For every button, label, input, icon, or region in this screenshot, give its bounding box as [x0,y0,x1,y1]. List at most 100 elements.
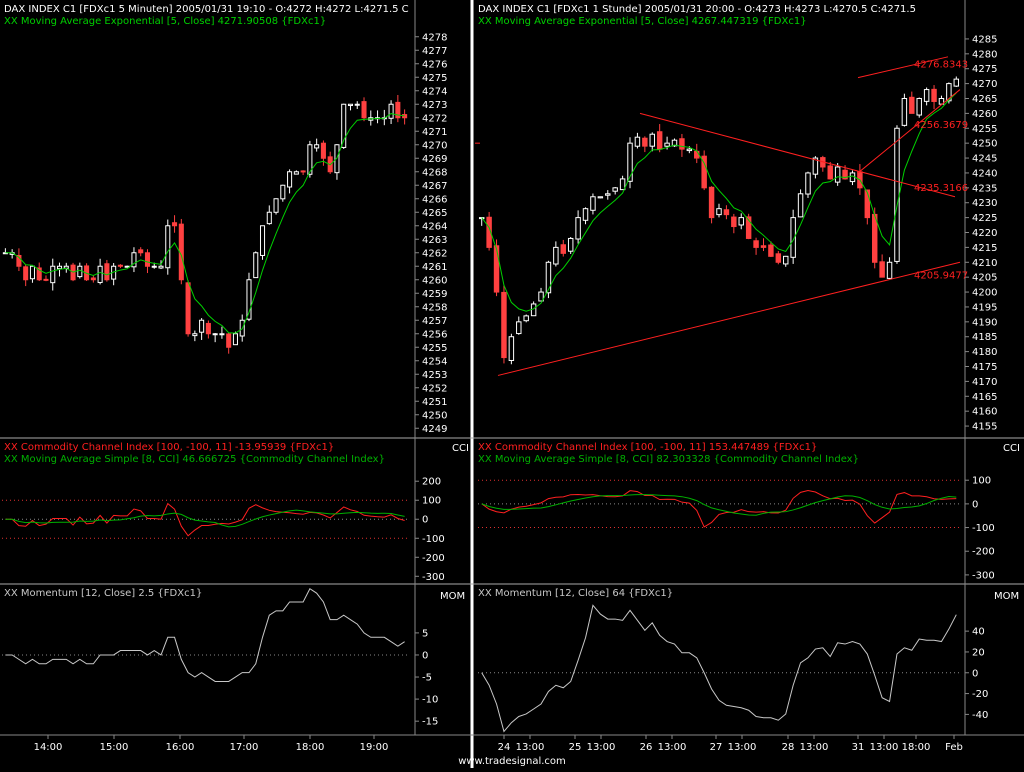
right-trendline-label-0: 4276.8343 [914,59,968,70]
right-candle-body-61 [931,88,937,102]
left-candle-body-6 [43,278,49,281]
left-candle-body-4 [29,265,35,280]
left-candle-body-38 [259,225,266,256]
left-candle-body-8 [56,265,63,270]
right-candle-body-58 [909,96,915,114]
right-candle-body-31 [708,186,715,219]
right-price-tick-label-22: 4175 [972,362,997,373]
right-price-tick-label-8: 4245 [972,154,997,165]
left-time-tick-label-3: 17:00 [230,742,259,753]
chart-canvas: 4276.8343 4256.3679 4235.3166 4205.9477 427… [0,0,1024,768]
left-time-tick-label-0: 14:00 [34,742,63,753]
left-cci-title: XX Commodity Channel Index [100, -100, 1… [4,442,334,453]
right-mom-tick-label-2: 0 [972,668,978,679]
left-time-tick-label-1: 15:00 [100,742,129,753]
left-mom-tick-label-3: -10 [422,695,438,706]
left-price-tick-label-17: 4261 [422,262,447,273]
left-mom-tick-label-1: 0 [422,650,428,661]
right-candle-body-48 [834,166,841,183]
right-trendline-label-3: 4205.9477 [914,270,968,281]
left-price-tick-label-26: 4252 [422,383,447,394]
right-candle-body-52 [864,189,871,219]
right-candle-body-24 [656,131,663,150]
left-candle-body-33 [226,333,232,348]
right-time-tick-label-9: 13:00 [800,742,829,753]
left-candle-body-52 [354,103,360,106]
left-price-tick-label-16: 4262 [422,248,447,259]
left-cci-tick-label-2: 0 [422,515,428,526]
right-candle-body-34 [731,216,737,228]
right-candle-body-13 [575,217,581,240]
right-candle-body-3 [501,291,507,359]
right-price-tick-label-16: 4205 [972,273,997,284]
right-time-tick-label-6: 27 [710,742,723,753]
background [0,0,1024,768]
left-price-tick-label-15: 4263 [422,235,447,246]
left-candle-body-53 [361,101,367,119]
left-cci-tick-label-0: 200 [422,477,441,488]
right-candle-body-14 [582,208,589,221]
left-candle-body-40 [273,198,279,213]
left-candle-body-29 [199,319,205,333]
left-candle-body-13 [90,277,96,281]
left-candle-body-23 [158,265,164,269]
left-mom-tick-label-4: -15 [422,717,438,728]
right-candle-body-25 [664,142,670,147]
right-candle-body-37 [753,240,759,248]
left-price-tick-label-7: 4271 [422,127,447,138]
right-candle-body-60 [923,89,930,102]
left-candle-body-47 [320,142,326,159]
left-candle-body-7 [50,265,56,284]
left-price-tick-label-4: 4274 [422,86,447,97]
left-candle-body-28 [192,333,198,337]
left-candle-body-31 [212,333,218,336]
left-price-tick-label-2: 4276 [422,59,447,70]
right-time-tick-label-5: 13:00 [658,742,687,753]
right-price-tick-label-17: 4200 [972,288,997,299]
right-price-tick-label-18: 4195 [972,302,997,313]
right-time-tick-label-4: 26 [640,742,653,753]
right-price-tick-label-20: 4185 [972,332,997,343]
right-candle-body-53 [871,213,878,263]
right-time-tick-label-12: 18:00 [902,742,931,753]
left-price-tick-label-18: 4260 [422,275,447,286]
right-candle-body-7 [530,303,537,317]
right-candle-body-28 [686,148,693,152]
right-candle-body-43 [797,193,804,218]
right-candle-body-17 [605,193,611,196]
right-candle-body-54 [879,261,885,278]
left-price-tick-label-12: 4266 [422,194,447,205]
left-candle-body-11 [77,265,83,278]
left-price-tick-label-9: 4269 [422,154,447,165]
right-price-tick-label-9: 4240 [972,168,997,179]
left-candle-body-43 [293,171,299,175]
right-candle-body-5 [516,321,522,335]
left-mom-title: XX Momentum [12, Close] 2.5 {FDXc1} [4,588,202,599]
left-candle-body-17 [117,264,123,267]
left-candle-body-14 [97,265,103,283]
right-candle-body-4 [508,336,515,361]
right-price-tick-label-7: 4250 [972,139,997,150]
right-candle-body-55 [886,261,893,279]
right-cci-tick-label-4: -300 [972,570,995,581]
right-price-tick-label-13: 4220 [972,228,997,239]
right-candle-body-39 [768,244,774,257]
right-price-tick-label-10: 4235 [972,183,997,194]
right-time-tick-label-7: 13:00 [728,742,757,753]
right-price-tick-label-19: 4190 [972,317,997,328]
right-time-tick-label-8: 28 [782,742,795,753]
right-time-tick-label-2: 25 [569,742,582,753]
right-cci-tick-label-2: -100 [972,523,995,534]
right-ema-label: XX Moving Average Exponential [5, Close]… [478,16,807,27]
right-price-tick-label-1: 4280 [972,49,997,60]
right-candle-body-47 [827,165,833,180]
left-price-title: DAX INDEX C1 [FDXc1 5 Minuten] 2005/01/3… [4,4,409,15]
right-candle-body-19 [619,178,626,191]
right-price-tick-label-24: 4165 [972,392,997,403]
right-trendline-label-2: 4235.3166 [914,183,968,194]
left-candle-body-37 [253,252,259,279]
left-price-tick-label-28: 4250 [422,410,447,421]
left-mom-tick-label-2: -5 [422,673,432,684]
left-candle-body-27 [185,282,191,335]
footer-watermark: www.tradesignal.com [458,756,566,767]
